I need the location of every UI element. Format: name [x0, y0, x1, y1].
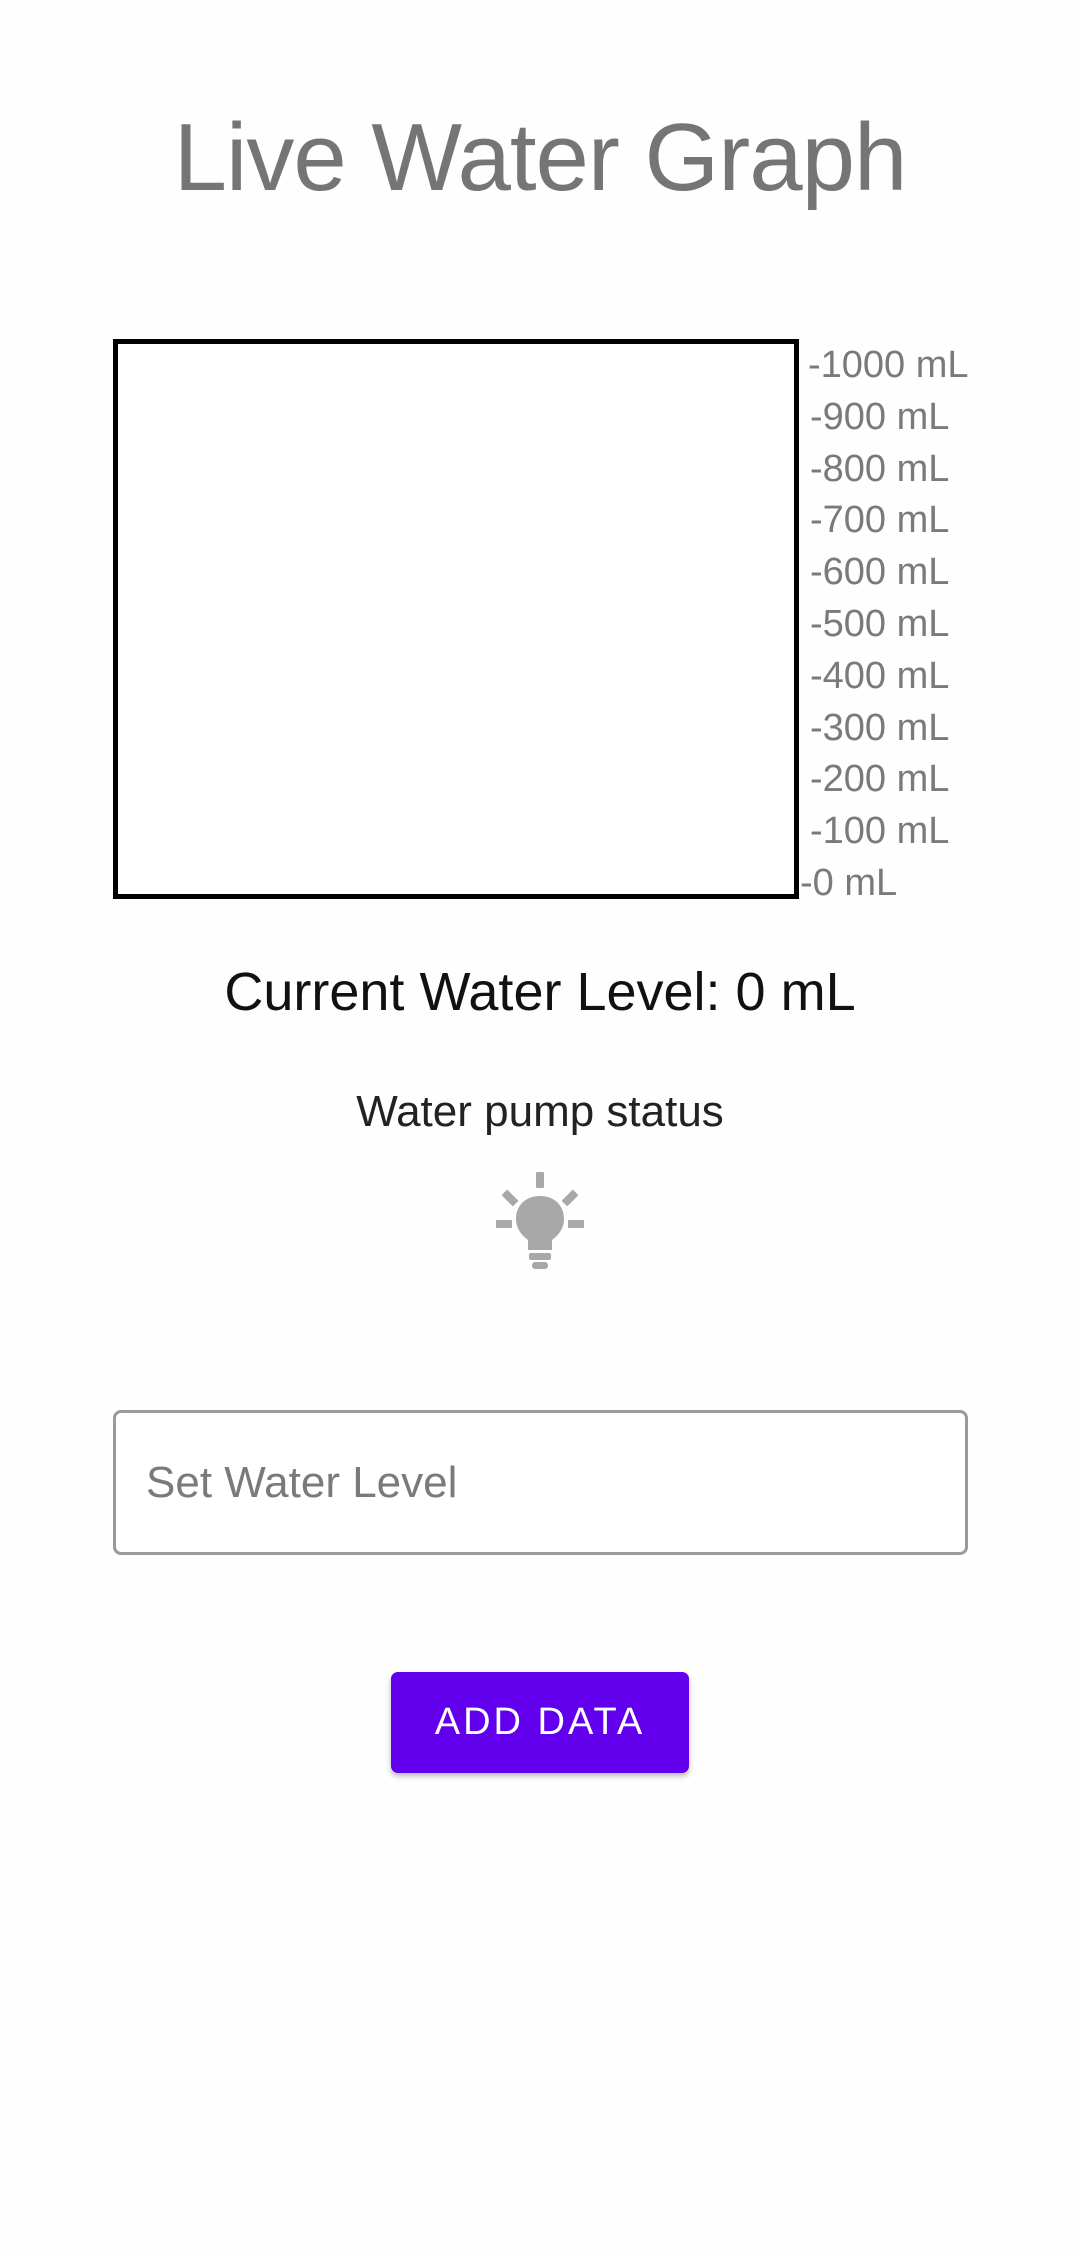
set-water-level-field[interactable] — [113, 1410, 968, 1555]
scale-tick-label: -300 mL — [810, 706, 950, 749]
current-water-level: Current Water Level: 0 mL — [224, 962, 856, 1022]
scale-tick-label: -0 mL — [800, 862, 898, 904]
pump-status-label: Water pump status — [356, 1087, 724, 1136]
lightbulb-icon — [484, 1168, 596, 1280]
volume-scale: -1000 mL -900 mL -800 mL -700 mL -600 mL -500… — [800, 0, 1020, 920]
scale-tick-label: -900 mL — [810, 395, 950, 438]
scale-tick-label: -100 mL — [810, 810, 950, 853]
scale-tick-label: -700 mL — [810, 499, 950, 542]
scale-tick-label: -600 mL — [810, 551, 950, 594]
add-data-button[interactable]: ADD DATA — [391, 1672, 689, 1773]
scale-tick-label: -800 mL — [810, 447, 950, 490]
scale-tick-label: -400 mL — [810, 654, 950, 697]
set-water-level-input[interactable] — [146, 1413, 936, 1552]
scale-tick-label: -1000 mL — [808, 344, 969, 386]
water-tank-graph — [113, 339, 799, 899]
scale-tick-label: -500 mL — [810, 603, 950, 645]
scale-tick-label: -200 mL — [810, 758, 950, 801]
